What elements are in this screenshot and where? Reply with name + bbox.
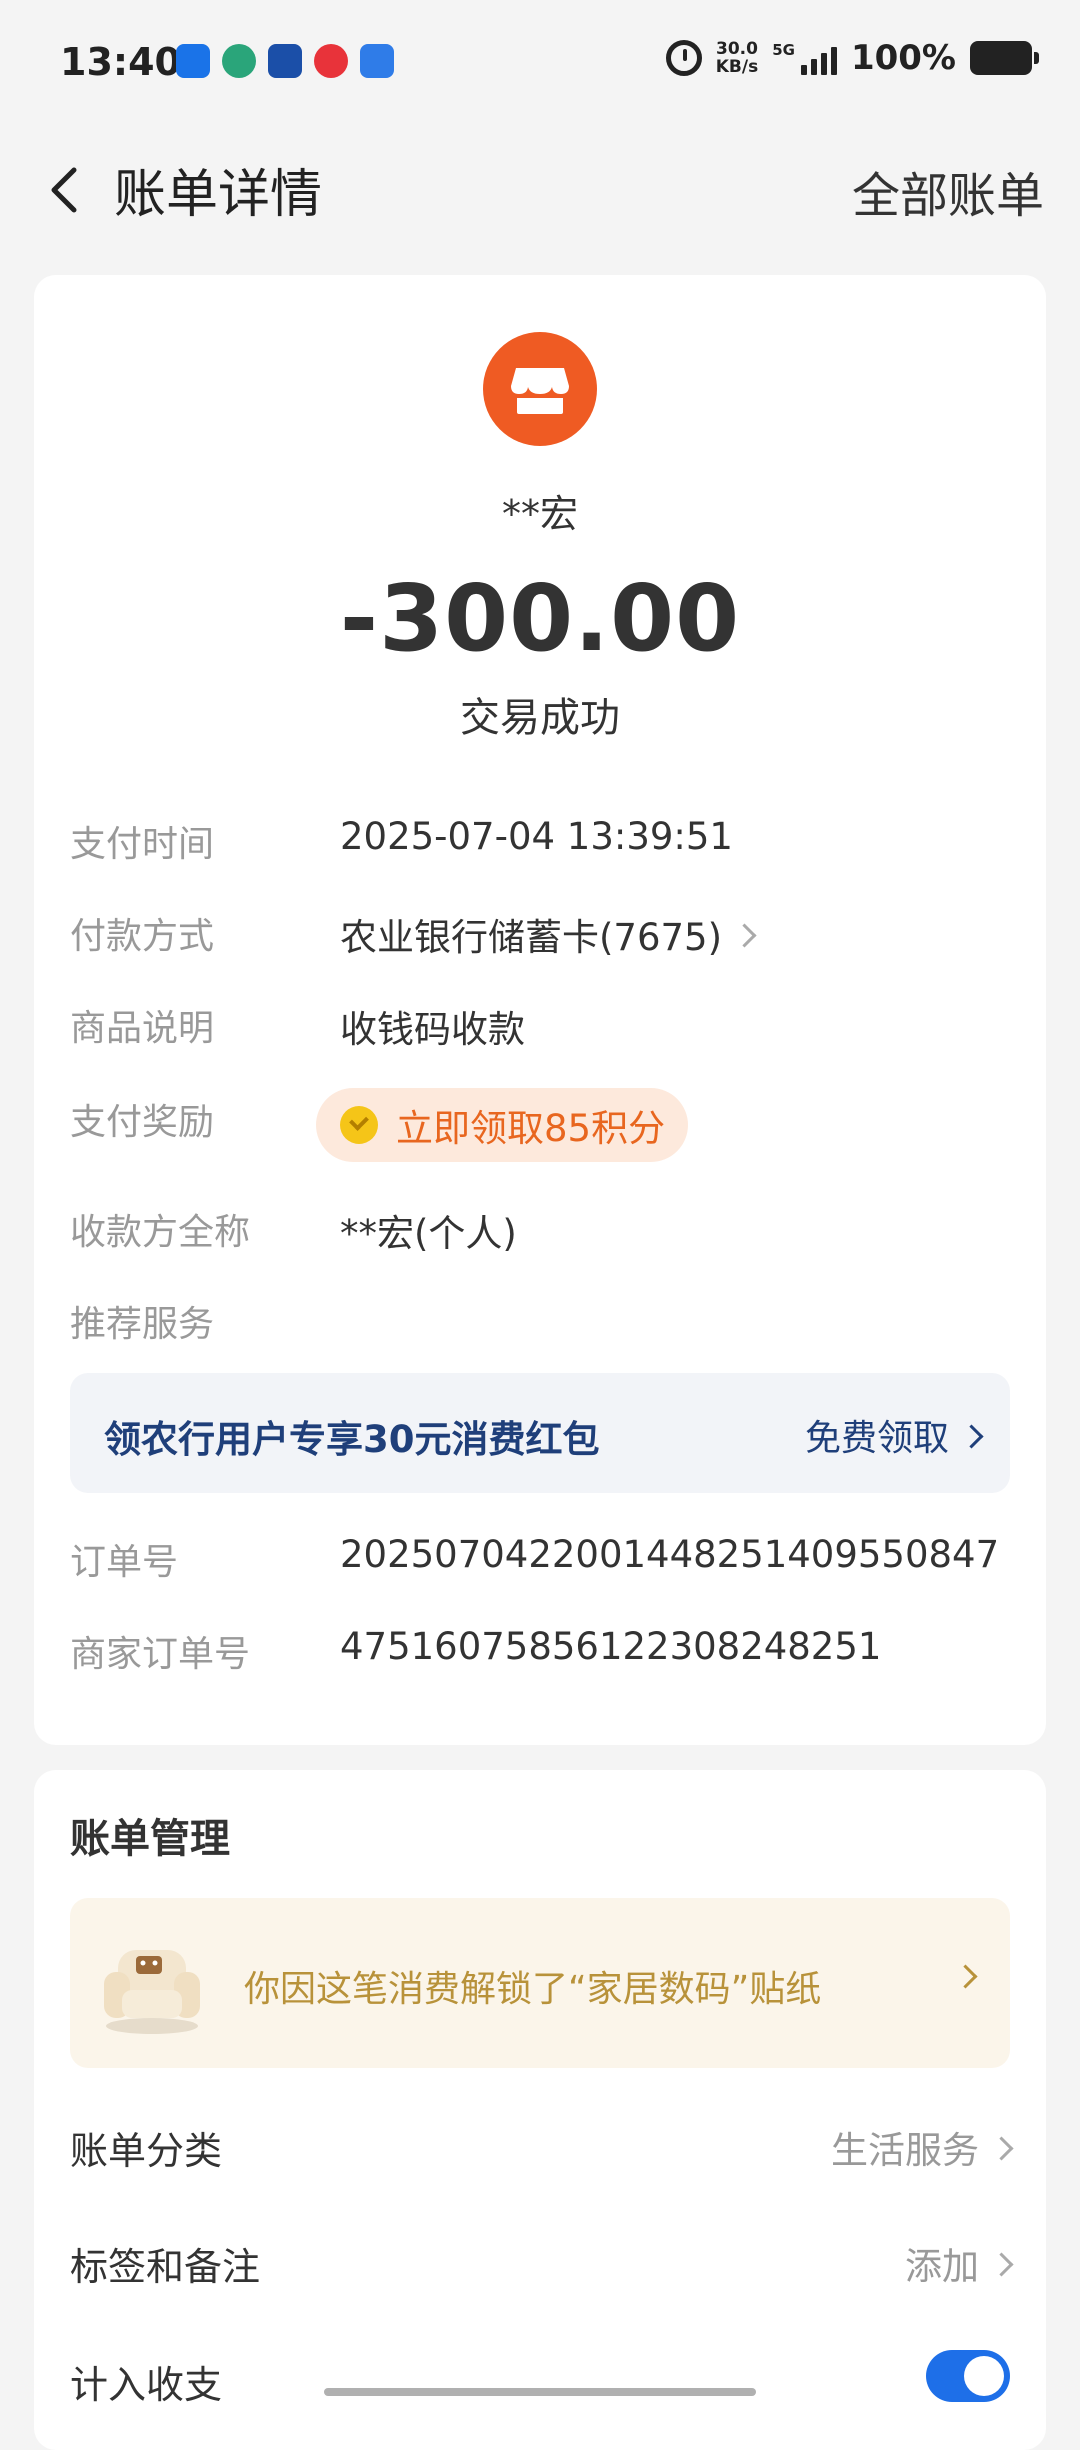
transaction-amount: -300.00 bbox=[339, 565, 741, 672]
promo-text: 领农行用户专享30元消费红包 bbox=[104, 1418, 600, 1461]
order-number-label: 订单号 bbox=[70, 1542, 179, 1583]
home-indicator[interactable] bbox=[324, 2388, 756, 2396]
app-notification-icon bbox=[360, 44, 394, 78]
signal-icon: 5G bbox=[772, 41, 837, 75]
app-notification-icon bbox=[314, 44, 348, 78]
payee-label: 收款方全称 bbox=[70, 1212, 251, 1253]
tags-label: 标签和备注 bbox=[70, 2245, 261, 2289]
transaction-card: **宏 -300.00 交易成功 支付时间 2025-07-04 13:39:5… bbox=[34, 275, 1046, 1745]
sticker-banner[interactable]: 你因这笔消费解锁了“家居数码”贴纸 bbox=[70, 1898, 1010, 2068]
description-label: 商品说明 bbox=[70, 1008, 215, 1049]
payee-value: **宏(个人) bbox=[340, 1212, 517, 1255]
status-app-icons bbox=[176, 44, 394, 78]
reward-label: 支付奖励 bbox=[70, 1102, 215, 1143]
transaction-status: 交易成功 bbox=[460, 695, 620, 741]
include-toggle[interactable] bbox=[926, 2350, 1010, 2402]
promo-claim-button[interactable]: 免费领取 bbox=[804, 1409, 984, 1461]
pay-time-label: 支付时间 bbox=[70, 824, 215, 865]
page-title: 账单详情 bbox=[114, 165, 323, 225]
claim-points-label: 立即领取85积分 bbox=[396, 1107, 666, 1150]
tags-row[interactable]: 添加 bbox=[905, 2236, 1014, 2290]
order-number-value: 2025070422001448251409550847 bbox=[340, 1533, 1000, 1576]
status-time: 13:40 bbox=[60, 40, 181, 84]
all-bills-link[interactable]: 全部账单 bbox=[852, 156, 1044, 226]
alarm-icon bbox=[665, 40, 702, 76]
pay-time-value: 2025-07-04 13:39:51 bbox=[340, 815, 733, 858]
net-speed-unit: KB/s bbox=[715, 57, 759, 77]
category-row[interactable]: 生活服务 bbox=[831, 2120, 1014, 2174]
app-notification-icon bbox=[222, 44, 256, 78]
pay-method-label: 付款方式 bbox=[70, 916, 215, 957]
promo-banner[interactable]: 领农行用户专享30元消费红包 免费领取 bbox=[70, 1373, 1010, 1493]
section-title: 账单管理 bbox=[70, 1816, 230, 1862]
promo-claim-label: 免费领取 bbox=[804, 1418, 949, 1459]
merchant-order-label: 商家订单号 bbox=[70, 1634, 251, 1675]
chevron-right-icon bbox=[953, 1964, 978, 1989]
pay-method-value: 农业银行储蓄卡(7675) bbox=[340, 916, 723, 959]
store-icon bbox=[511, 368, 569, 414]
network-type: 5G bbox=[772, 41, 795, 59]
battery-icon bbox=[970, 41, 1039, 75]
nav-bar: 账单详情 全部账单 bbox=[0, 140, 1080, 240]
bill-management-card: 账单管理 你因这笔消费解锁了“家居数码”贴纸 账单分类 生活服务 标签和备注 添… bbox=[34, 1770, 1046, 2450]
net-speed: 30.0 KB/s bbox=[716, 40, 758, 76]
recommend-label: 推荐服务 bbox=[70, 1304, 215, 1345]
sticker-text: 你因这笔消费解锁了“家居数码”贴纸 bbox=[244, 1969, 822, 2010]
pay-method-row[interactable]: 农业银行储蓄卡(7675) bbox=[340, 907, 757, 961]
status-bar: 13:40 30.0 KB/s 5G 100% bbox=[0, 0, 1080, 130]
battery-percent: 100% bbox=[850, 38, 956, 78]
include-label: 计入收支 bbox=[70, 2363, 223, 2407]
net-speed-value: 30.0 bbox=[715, 39, 758, 59]
merchant-name: **宏 bbox=[501, 492, 578, 536]
coin-icon bbox=[340, 1106, 378, 1144]
tags-value: 添加 bbox=[905, 2245, 979, 2288]
chevron-right-icon bbox=[989, 2252, 1014, 2277]
merchant-order-value: 47516075856122308248251 bbox=[340, 1625, 882, 1668]
app-notification-icon bbox=[176, 44, 210, 78]
chevron-right-icon bbox=[732, 923, 757, 948]
chevron-right-icon bbox=[959, 1423, 984, 1449]
merchant-avatar bbox=[483, 332, 597, 446]
claim-points-button[interactable]: 立即领取85积分 bbox=[316, 1088, 688, 1162]
app-notification-icon bbox=[268, 44, 302, 78]
category-label: 账单分类 bbox=[70, 2129, 223, 2173]
description-value: 收钱码收款 bbox=[340, 1008, 525, 1051]
chevron-right-icon bbox=[989, 2136, 1014, 2161]
sofa-icon bbox=[104, 1950, 200, 2034]
category-value: 生活服务 bbox=[831, 2129, 979, 2172]
back-arrow-icon[interactable] bbox=[40, 160, 100, 220]
